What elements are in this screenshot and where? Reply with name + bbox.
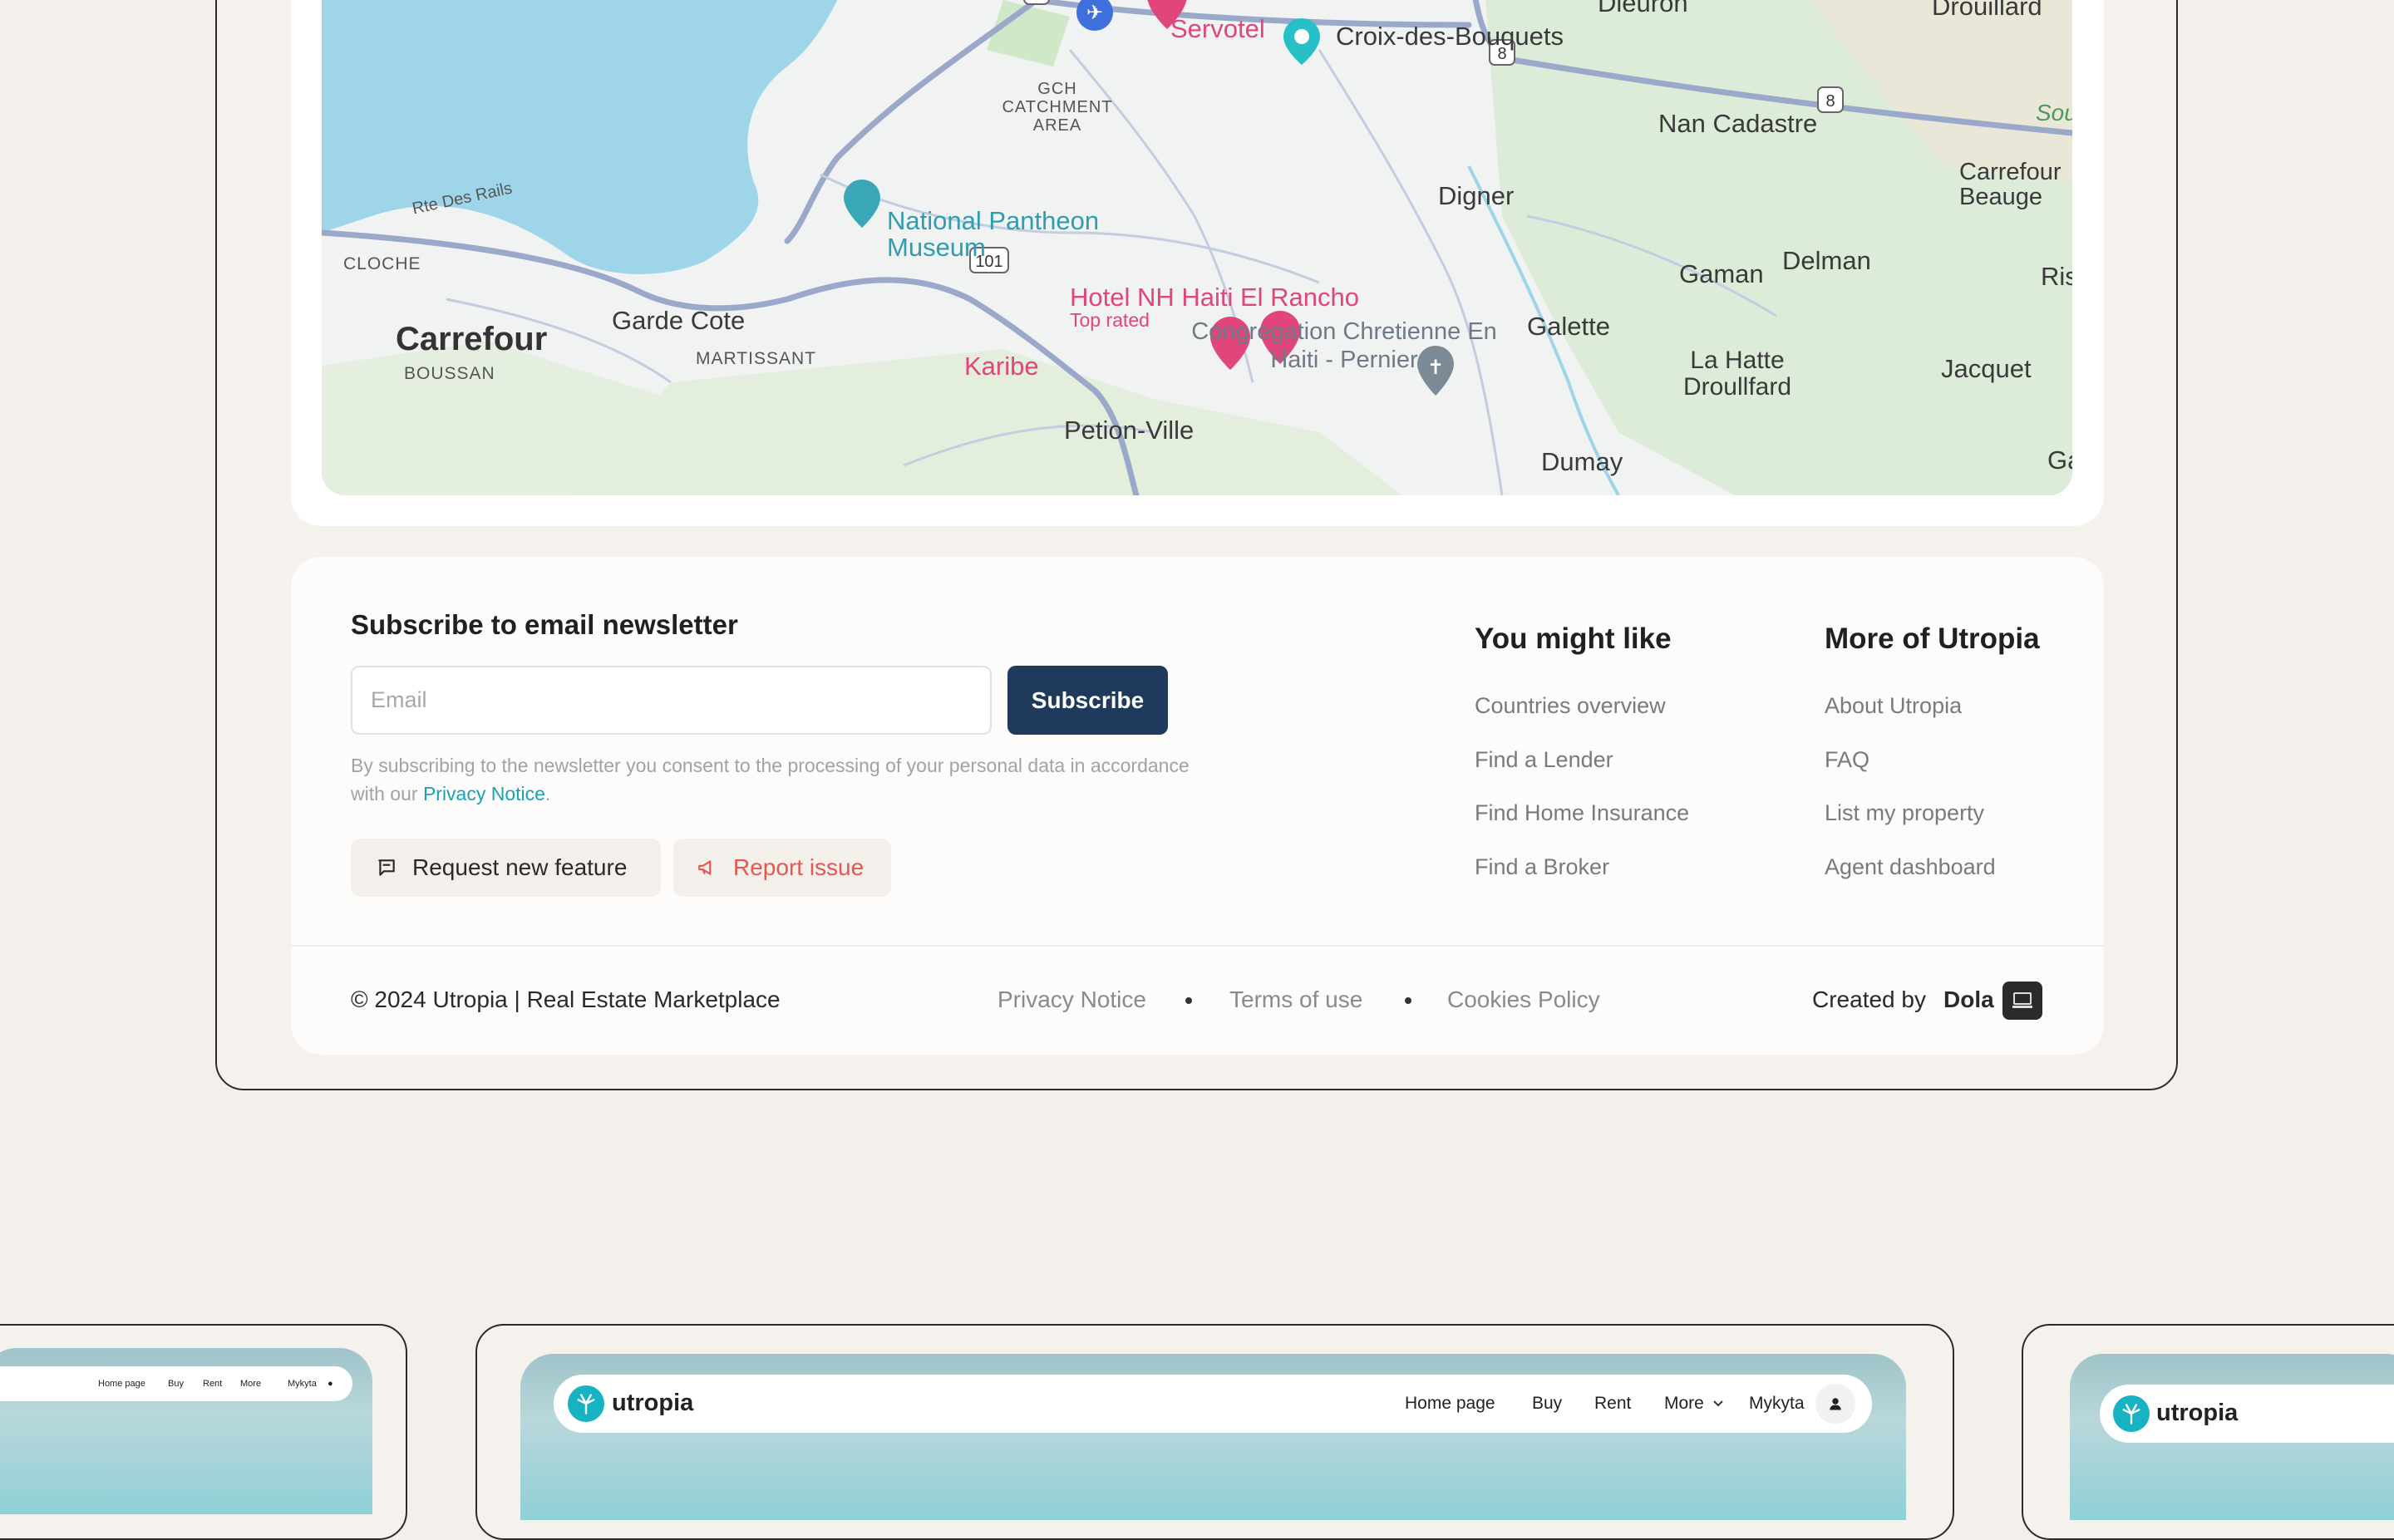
dola-logo-icon[interactable] — [2002, 982, 2042, 1020]
map-place-label: Ga — [2047, 445, 2072, 475]
copyright: © 2024 Utropia | Real Estate Marketplace — [351, 986, 781, 1012]
separator-dot — [1405, 997, 1411, 1004]
privacy-notice-link[interactable]: Privacy Notice — [423, 783, 545, 804]
link-find-home-insurance[interactable]: Find Home Insurance — [1475, 800, 1689, 826]
svg-text:8: 8 — [1825, 92, 1835, 111]
nav-buy[interactable]: Buy — [168, 1379, 184, 1389]
map-place-label: Risq — [2041, 262, 2072, 291]
report-issue-label: Report issue — [733, 854, 864, 880]
chat-icon — [378, 859, 395, 876]
megaphone-icon — [698, 860, 712, 875]
map-hotel-label[interactable]: Hotel NH Haiti El Rancho — [1070, 283, 1359, 312]
utropia-logo-icon[interactable] — [2113, 1395, 2150, 1432]
chevron-down-icon[interactable] — [1712, 1400, 1724, 1408]
creator-link[interactable]: Dola — [1943, 986, 1994, 1013]
separator-dot — [1185, 997, 1192, 1004]
nav-rent[interactable]: Rent — [1594, 1394, 1631, 1414]
you-might-like-title: You might like — [1475, 622, 1672, 655]
link-countries-overview[interactable]: Countries overview — [1475, 693, 1666, 719]
preview-nav: utropia Home page Buy Rent More Mykyta — [554, 1375, 1872, 1433]
nav-home[interactable]: Home page — [98, 1379, 145, 1389]
preview-nav: utropia — [2100, 1385, 2394, 1443]
terms-of-use-link[interactable]: Terms of use — [1229, 986, 1362, 1013]
request-feature-label: Request new feature — [412, 854, 628, 880]
map-hotel-label[interactable]: Servotel — [1170, 14, 1265, 44]
map-place-label: Delman — [1782, 246, 1871, 275]
map-place-label: Sourc — [2036, 100, 2072, 125]
nav-more[interactable]: More — [1664, 1394, 1704, 1414]
request-feature-button[interactable]: Request new feature — [351, 839, 661, 897]
map-hotel-badge: Top rated — [1070, 309, 1150, 331]
preview-screen: utropia — [2070, 1354, 2394, 1520]
map-place-label: Carrefour Beauge — [1959, 159, 2062, 210]
report-issue-button[interactable]: Report issue — [673, 839, 891, 897]
map-district-label: MARTISSANT — [696, 349, 816, 368]
map-poi-label: National Pantheon Museum — [887, 206, 1100, 262]
nav-user[interactable]: Mykyta — [1749, 1394, 1805, 1414]
map-place-label: Dumay — [1541, 447, 1623, 476]
person-icon — [1830, 1398, 1841, 1410]
utropia-logo-icon[interactable] — [568, 1385, 604, 1422]
consent-end: . — [544, 783, 551, 804]
link-faq[interactable]: FAQ — [1825, 747, 1869, 773]
map-place-label: Digner — [1438, 181, 1515, 210]
map-place-label: Drouillard — [1932, 0, 2042, 21]
svg-text:1: 1 — [1032, 0, 1041, 2]
user-icon[interactable] — [1815, 1384, 1855, 1424]
map-district-label: BOUSSAN — [404, 364, 495, 383]
preview-screen: Home page Buy Rent More Mykyta ● — [0, 1348, 372, 1514]
map-hotel-label[interactable]: Karibe — [964, 352, 1039, 381]
nav-rent[interactable]: Rent — [203, 1379, 222, 1389]
more-of-utropia-title: More of Utropia — [1825, 622, 2040, 655]
link-agent-dashboard[interactable]: Agent dashboard — [1825, 854, 1996, 880]
map-district-label: CLOCHE — [343, 254, 421, 273]
nav-buy[interactable]: Buy — [1532, 1394, 1562, 1414]
nav-home[interactable]: Home page — [1405, 1394, 1495, 1414]
map-place-label: Carrefour — [396, 321, 548, 357]
map-place-label: Dieuron — [1598, 0, 1688, 17]
subscribe-button[interactable]: Subscribe — [1007, 666, 1168, 735]
preview-screen: utropia Home page Buy Rent More Mykyta — [520, 1354, 1906, 1520]
palm-icon — [2122, 1404, 2140, 1424]
footer-divider — [291, 945, 2104, 947]
map-place-label: Nan Cadastre — [1658, 109, 1818, 138]
palm-icon — [577, 1394, 595, 1415]
map-district-label: GCH CATCHMENT AREA — [1002, 80, 1113, 135]
privacy-notice-footer-link[interactable]: Privacy Notice — [998, 986, 1146, 1013]
map-place-label: Jacquet — [1941, 354, 2032, 383]
link-list-property[interactable]: List my property — [1825, 800, 1984, 826]
map-place-label: La Hatte Droullfard — [1682, 347, 1792, 401]
cookies-policy-link[interactable]: Cookies Policy — [1447, 986, 1600, 1013]
map[interactable]: 1 8 8 101 ✈ ✝ Croix-des-Bouquets Nan Cad… — [322, 0, 2072, 495]
logo-text[interactable]: utropia — [612, 1390, 693, 1417]
map-place-label: Garde Cote — [612, 306, 746, 335]
map-place-label: Croix-des-Bouquets — [1336, 22, 1564, 51]
svg-text:✈: ✈ — [1086, 1, 1103, 24]
laptop-icon — [2012, 992, 2032, 1008]
preview-nav: Home page Buy Rent More Mykyta ● — [0, 1366, 352, 1401]
created-by-label: Created by — [1812, 986, 1926, 1012]
email-field[interactable] — [351, 666, 992, 735]
map-poi-label: Congregation Chretienne En Haiti - Perni… — [1191, 318, 1497, 373]
logo-text[interactable]: utropia — [2156, 1400, 2238, 1427]
map-place-label: Gaman — [1679, 259, 1764, 288]
nav-user[interactable]: Mykyta — [288, 1379, 317, 1389]
consent-text: By subscribing to the newsletter you con… — [351, 751, 1190, 808]
link-find-broker[interactable]: Find a Broker — [1475, 854, 1609, 880]
map-place-label: Petion-Ville — [1064, 416, 1195, 445]
nav-more[interactable]: More — [240, 1379, 261, 1389]
user-icon[interactable]: ● — [328, 1379, 333, 1389]
map-place-label: Galette — [1527, 312, 1610, 341]
link-about-utropia[interactable]: About Utropia — [1825, 693, 1962, 719]
newsletter-title: Subscribe to email newsletter — [351, 609, 738, 640]
link-find-lender[interactable]: Find a Lender — [1475, 747, 1613, 773]
